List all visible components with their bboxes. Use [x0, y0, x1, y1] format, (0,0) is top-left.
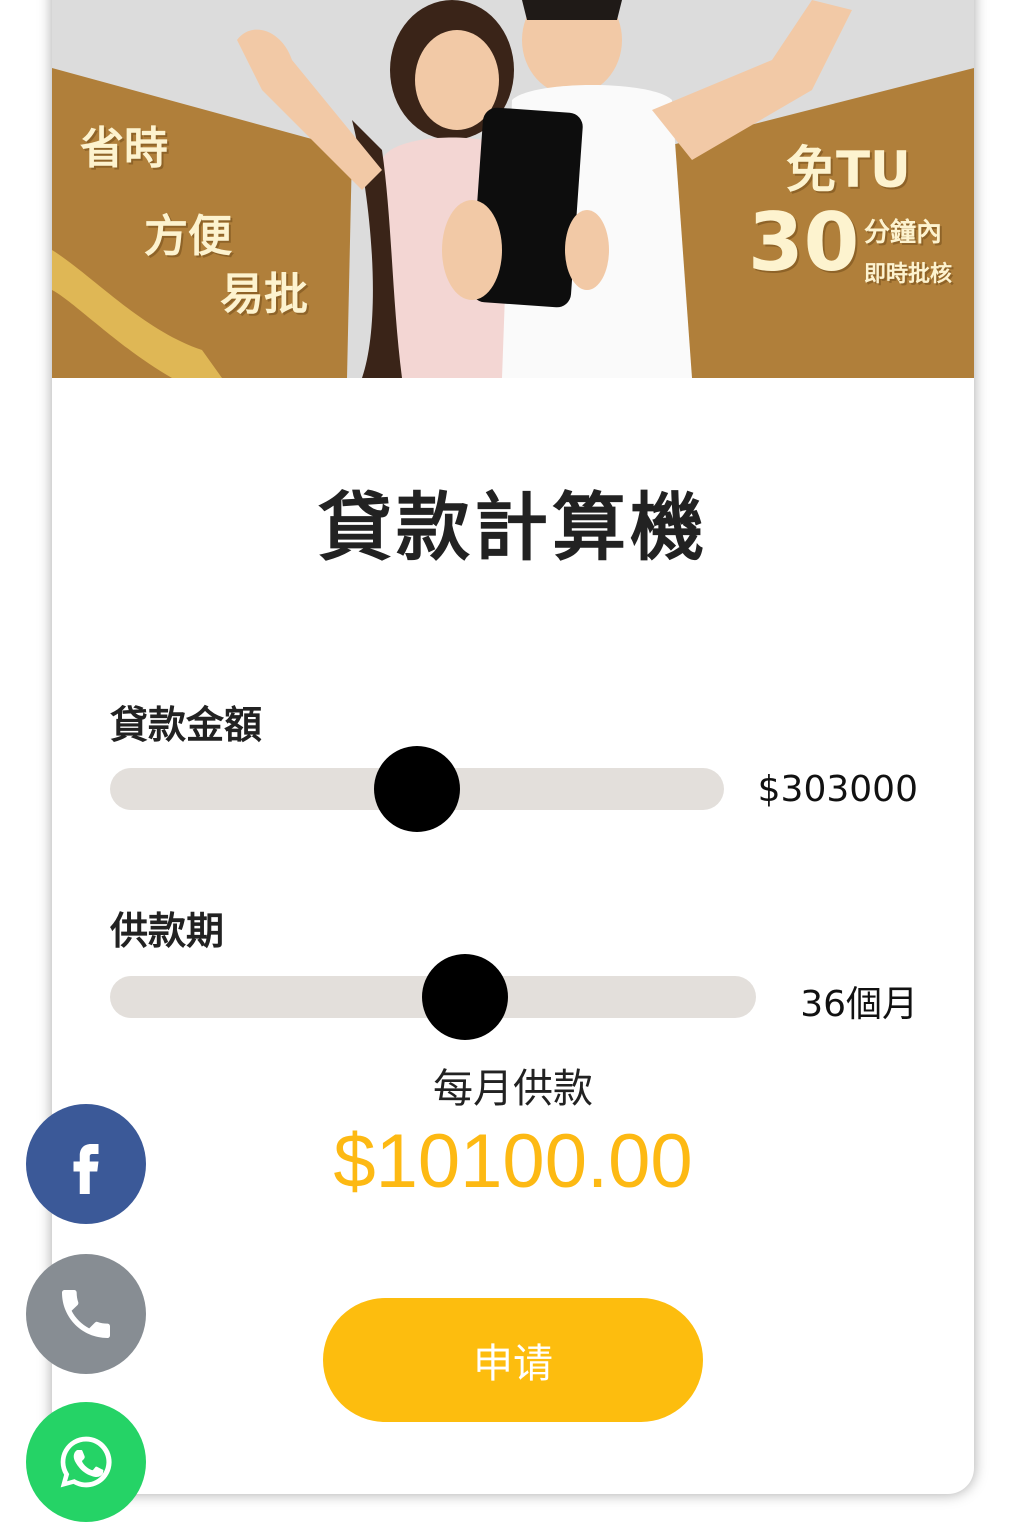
- phone-icon: [62, 1290, 110, 1338]
- banner-right-line1: 免TU: [786, 141, 911, 199]
- phone-button[interactable]: [26, 1254, 146, 1374]
- loan-card: 省時 方便 易批 免TU 30 分鐘內 即時批核 貸款計算機 貸款金額 $303…: [52, 0, 974, 1494]
- banner-left-line2: 方便: [144, 211, 232, 262]
- monthly-payment-amount: $10100.00: [333, 1119, 693, 1204]
- banner-right-number: 30: [748, 196, 860, 289]
- loan-term-label: 供款期: [110, 909, 225, 953]
- facebook-icon: [73, 1144, 99, 1194]
- facebook-button[interactable]: [26, 1104, 146, 1224]
- banner-left-line1: 省時: [80, 123, 168, 174]
- loan-term-slider-thumb[interactable]: [422, 954, 509, 1040]
- whatsapp-icon: [60, 1436, 112, 1488]
- woman-hand: [442, 200, 502, 300]
- promo-banner: 省時 方便 易批 免TU 30 分鐘內 即時批核: [52, 0, 974, 378]
- loan-amount-slider-thumb[interactable]: [374, 746, 460, 832]
- monthly-payment-label: 每月供款: [433, 1066, 593, 1112]
- apply-button[interactable]: 申请: [323, 1298, 703, 1422]
- man-hand: [565, 210, 609, 290]
- calculator-title: 貸款計算機: [318, 485, 708, 571]
- loan-amount-value: $303000: [757, 769, 918, 810]
- loan-amount-slider-track[interactable]: [110, 746, 724, 832]
- banner-right-line2a: 分鐘內: [864, 218, 943, 248]
- loan-term-value: 36個月: [800, 984, 918, 1025]
- whatsapp-button[interactable]: [26, 1402, 146, 1522]
- loan-term-slider-track[interactable]: [110, 954, 756, 1040]
- banner-right-line2b: 即時批核: [864, 262, 953, 287]
- man-hair: [522, 0, 622, 20]
- loan-amount-label: 貸款金額: [110, 703, 263, 747]
- banner-left-line3: 易批: [220, 269, 308, 320]
